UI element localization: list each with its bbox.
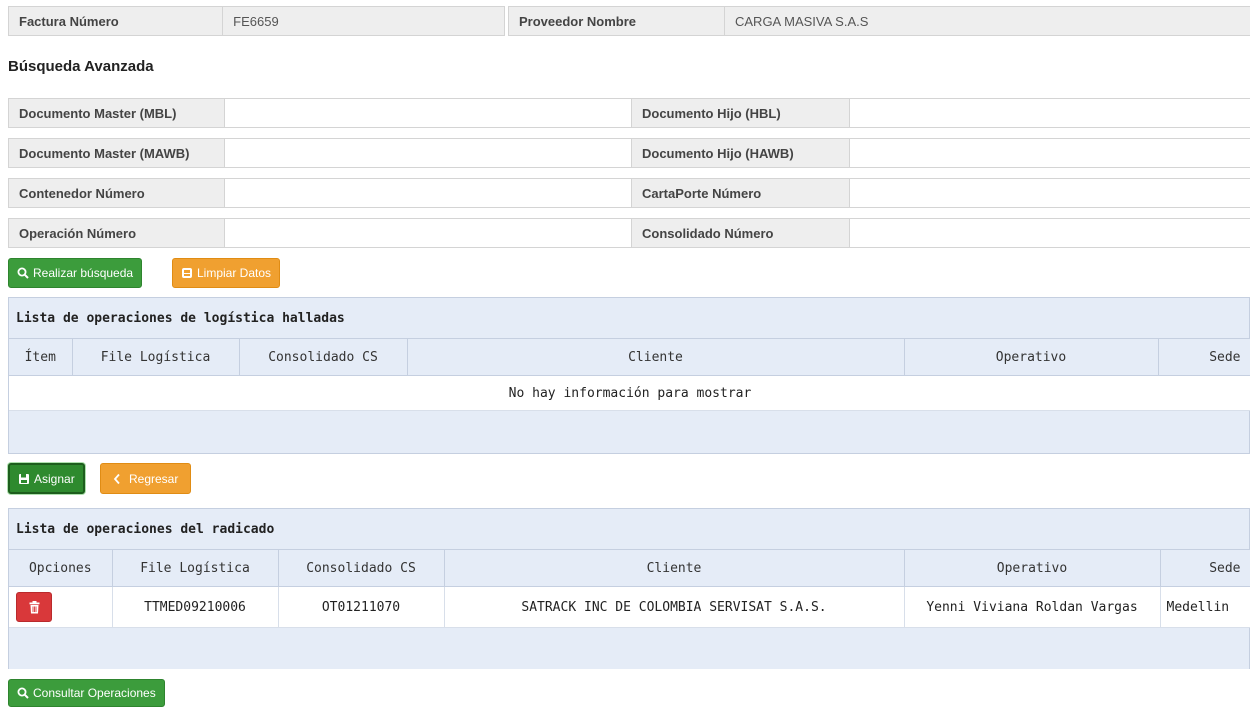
col-consolidado[interactable]: Consolidado CS [239,339,408,376]
search-icon [17,267,29,279]
found-operations-title: Lista de operaciones de logística hallad… [9,298,1249,339]
proveedor-value: CARGA MASIVA S.A.S [725,7,1250,35]
hbl-label: Documento Hijo (HBL) [632,99,850,127]
mawb-input[interactable] [225,139,631,167]
consolidado-label: Consolidado Número [632,219,850,247]
radicado-operations-panel: Lista de operaciones del radicado Opcion… [8,508,1250,669]
col-sede-2[interactable]: Sede [1160,550,1250,587]
factura-row: Factura Número FE6659 [8,6,505,36]
field-row-mbl: Documento Master (MBL) [8,98,632,128]
search-button-label: Realizar búsqueda [33,266,134,280]
mbl-label: Documento Master (MBL) [9,99,225,127]
back-button[interactable]: Regresar [100,463,192,494]
chevron-left-icon [113,473,121,485]
found-panel-footer [9,411,1249,453]
delete-button[interactable] [16,592,52,622]
col-file-logistica[interactable]: File Logística [72,339,240,376]
assign-button[interactable]: Asignar [8,463,85,494]
advanced-search-title: Búsqueda Avanzada [8,58,154,75]
field-row-hbl: Documento Hijo (HBL) [631,98,1250,128]
search-icon [17,687,29,699]
col-cliente-2[interactable]: Cliente [444,550,905,587]
consolidado-input[interactable] [850,219,1250,247]
col-opciones[interactable]: Opciones [9,550,113,587]
operacion-input[interactable] [225,219,631,247]
proveedor-label: Proveedor Nombre [509,7,725,35]
empty-message: No hay información para mostrar [9,375,1250,411]
col-operativo-2[interactable]: Operativo [904,550,1161,587]
field-row-consolidado: Consolidado Número [631,218,1250,248]
radicado-operations-table: Opciones File Logística Consolidado CS C… [9,550,1250,628]
factura-value: FE6659 [223,7,504,35]
trash-icon [29,600,40,614]
found-header-row: Ítem File Logística Consolidado CS Clien… [9,339,1250,376]
assign-button-label: Asignar [34,471,75,486]
consult-operations-button[interactable]: Consultar Operaciones [8,679,165,707]
col-sede[interactable]: Sede [1158,339,1250,376]
radicado-header-row: Opciones File Logística Consolidado CS C… [9,550,1250,587]
field-row-contenedor: Contenedor Número [8,178,632,208]
field-row-operacion: Operación Número [8,218,632,248]
cartaporte-input[interactable] [850,179,1250,207]
operativo-cell: Yenni Viviana Roldan Vargas [904,586,1161,628]
col-file-logistica-2[interactable]: File Logística [112,550,279,587]
floppy-icon [18,473,30,485]
mbl-input[interactable] [225,99,631,127]
found-operations-table: Ítem File Logística Consolidado CS Clien… [9,339,1250,411]
hawb-input[interactable] [850,139,1250,167]
proveedor-row: Proveedor Nombre CARGA MASIVA S.A.S [508,6,1250,36]
eraser-icon [181,267,193,279]
col-operativo[interactable]: Operativo [904,339,1159,376]
radicado-operations-title: Lista de operaciones del radicado [9,509,1249,550]
field-row-mawb: Documento Master (MAWB) [8,138,632,168]
search-button[interactable]: Realizar búsqueda [8,258,143,288]
sede-cell: Medellin [1160,586,1250,628]
consolidado-cell: OT01211070 [278,586,445,628]
clear-button[interactable]: Limpiar Datos [172,258,281,288]
options-cell [9,586,113,628]
empty-row: No hay información para mostrar [9,375,1250,411]
found-operations-panel: Lista de operaciones de logística hallad… [8,297,1250,454]
field-row-cartaporte: CartaPorte Número [631,178,1250,208]
clear-button-label: Limpiar Datos [197,266,272,280]
cartaporte-label: CartaPorte Número [632,179,850,207]
col-cliente[interactable]: Cliente [407,339,905,376]
table-row: TTMED09210006 OT01211070 SATRACK INC DE … [9,586,1250,628]
col-consolidado-2[interactable]: Consolidado CS [278,550,445,587]
col-item[interactable]: Ítem [9,339,73,376]
cliente-cell: SATRACK INC DE COLOMBIA SERVISAT S.A.S. [444,586,905,628]
file-logistica-cell: TTMED09210006 [112,586,279,628]
mawb-label: Documento Master (MAWB) [9,139,225,167]
contenedor-input[interactable] [225,179,631,207]
contenedor-label: Contenedor Número [9,179,225,207]
operacion-label: Operación Número [9,219,225,247]
hawb-label: Documento Hijo (HAWB) [632,139,850,167]
radicado-panel-footer [9,628,1249,669]
hbl-input[interactable] [850,99,1250,127]
back-button-label: Regresar [129,471,179,486]
consult-operations-label: Consultar Operaciones [33,686,156,700]
field-row-hawb: Documento Hijo (HAWB) [631,138,1250,168]
factura-label: Factura Número [9,7,224,35]
